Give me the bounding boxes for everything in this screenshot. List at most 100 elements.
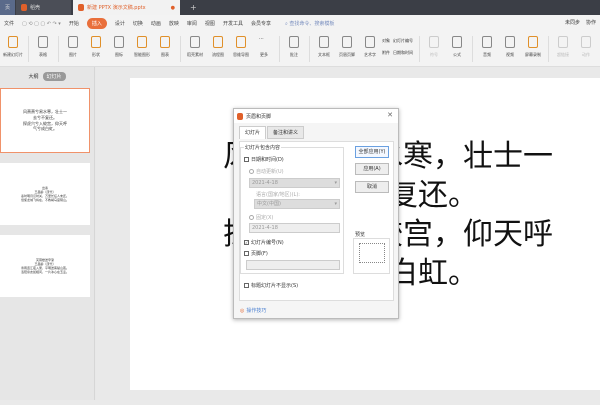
- quick-access-icons[interactable]: ▢ ⟲ ▢ ▢ ↶ ↷ ▾: [22, 21, 61, 27]
- ribbon-insert: 新建幻灯片 表格 图片 形状 图标 智能图形 图表 稻壳素材 流程图 思维导图 …: [0, 32, 600, 67]
- label: 语言(国家/地区)(L):: [256, 192, 300, 198]
- menu-insert[interactable]: 插入: [86, 18, 107, 29]
- menu-review[interactable]: 审阅: [187, 20, 197, 27]
- ribbon-slide-number[interactable]: 幻灯片编号: [393, 38, 413, 44]
- more-icon: ···: [259, 36, 264, 42]
- tab-document[interactable]: 新建 PPTX 演示文稿.pptx ●: [73, 0, 180, 15]
- value: 2021-4-18: [252, 225, 278, 231]
- close-icon[interactable]: ✕: [387, 111, 393, 119]
- thumb-text: 但使龙城飞将在，不教胡马度阴山。: [20, 198, 69, 203]
- label: 日期和时间(D): [251, 157, 284, 163]
- footer-checkbox[interactable]: 页脚(F): [244, 250, 268, 257]
- action-icon: [581, 36, 591, 48]
- tips-label: 操作技巧: [246, 308, 267, 314]
- outline-tab[interactable]: 大纲: [28, 73, 38, 80]
- slide-number-checkbox[interactable]: ✓ 幻灯片编号(N): [244, 239, 284, 246]
- apply-button[interactable]: 应用(A): [355, 163, 389, 175]
- label: 思维导图: [233, 52, 249, 57]
- label: 新建幻灯片: [3, 52, 23, 57]
- sync-button[interactable]: 未同步: [565, 19, 580, 26]
- ribbon-video[interactable]: 视频: [499, 36, 521, 58]
- ribbon-picture[interactable]: 图片: [62, 36, 84, 58]
- datetime-checkbox[interactable]: 日期和时间(D): [244, 156, 284, 163]
- close-tab-icon[interactable]: ●: [171, 5, 175, 11]
- label: 动作: [582, 52, 590, 57]
- label: 稻壳素材: [187, 52, 203, 57]
- ribbon-datetime[interactable]: 日期和时间: [393, 50, 413, 56]
- tab-label: 页: [5, 5, 11, 11]
- menu-transition[interactable]: 切换: [133, 20, 143, 27]
- footer-input[interactable]: [246, 260, 340, 270]
- menu-slideshow[interactable]: 放映: [169, 20, 179, 27]
- checkbox: [244, 283, 249, 288]
- app-icon: [237, 112, 243, 120]
- language-select[interactable]: 中文(中国) ▾: [254, 199, 340, 209]
- ribbon-table[interactable]: 表格: [32, 36, 54, 58]
- label: 页眉页脚: [339, 52, 355, 57]
- ribbon-screen-record[interactable]: 屏幕录制: [522, 36, 544, 58]
- ribbon-flowchart[interactable]: 流程图: [207, 36, 229, 58]
- video-icon: [505, 36, 515, 48]
- docer-logo-icon: [21, 4, 27, 11]
- ppt-icon: [78, 4, 84, 11]
- slide-thumbnail-1[interactable]: 风萧萧兮易水寒，壮士一 去兮不复还。 探虎穴兮入蛟宫，仰天呼 气兮成白虹。: [0, 88, 90, 153]
- fixed-radio[interactable]: 固定(X): [249, 214, 273, 221]
- tab-docer[interactable]: 稻壳: [16, 0, 71, 15]
- auto-date-select[interactable]: 2021-4-18 ▾: [249, 178, 340, 188]
- label: 表格: [39, 52, 47, 57]
- collab-button[interactable]: 协作: [586, 19, 596, 26]
- ribbon-new-slide[interactable]: 新建幻灯片: [2, 36, 24, 58]
- checkbox: [244, 157, 249, 162]
- tips-icon: ◎: [240, 307, 245, 314]
- ribbon-chart[interactable]: 图表: [154, 36, 176, 58]
- new-tab-icon[interactable]: +: [185, 0, 202, 15]
- fixed-date-input[interactable]: 2021-4-18: [249, 223, 340, 233]
- tab-slide[interactable]: 幻灯片: [239, 126, 267, 139]
- menu-member[interactable]: 会员专享: [251, 20, 271, 27]
- tab-notes-handouts[interactable]: 备注和讲义: [267, 126, 305, 139]
- ribbon-more[interactable]: ··· 更多: [253, 36, 275, 58]
- label: 图标: [115, 52, 123, 57]
- ribbon-audio[interactable]: 音频: [476, 36, 498, 58]
- ribbon-formula[interactable]: 公式: [446, 36, 468, 58]
- menu-developer[interactable]: 开发工具: [223, 20, 243, 27]
- menu-animation[interactable]: 动画: [151, 20, 161, 27]
- menu-design[interactable]: 设计: [115, 20, 125, 27]
- group-label: 幻灯片包含内容: [244, 144, 282, 151]
- menu-view[interactable]: 视图: [205, 20, 215, 27]
- slide-thumbnail-2[interactable]: 出塞 王昌龄〔唐代〕 秦时明月汉时关，万里长征人未还。 但使龙城飞将在，不教胡马度阴山…: [0, 163, 90, 225]
- auto-update-radio[interactable]: 自动更新(U): [249, 168, 284, 175]
- label: 视频: [506, 52, 514, 57]
- ribbon-docer-material[interactable]: 稻壳素材: [184, 36, 206, 58]
- menu-start[interactable]: 开始: [69, 20, 79, 27]
- ribbon-attachment[interactable]: 附件: [382, 50, 390, 56]
- ribbon-header-footer[interactable]: 页眉页脚: [336, 36, 358, 58]
- tips-link[interactable]: ◎ 操作技巧: [240, 307, 267, 315]
- chevron-down-icon: ▾: [334, 201, 337, 207]
- ribbon-icons[interactable]: 图标: [108, 36, 130, 58]
- ribbon-symbol[interactable]: 符号: [423, 36, 445, 58]
- label: 屏幕录制: [525, 52, 541, 57]
- cancel-button[interactable]: 取消: [355, 181, 389, 193]
- picture-icon: [68, 36, 78, 48]
- hide-on-title-checkbox[interactable]: 标题幻灯片不显示(S): [244, 282, 298, 289]
- slide-thumbnail-3[interactable]: 芙蓉楼送辛渐 王昌龄〔唐代〕 寒雨连江夜入吴，平明送客楚山孤。 洛阳亲友如相问，一片冰…: [0, 235, 90, 297]
- ribbon-action[interactable]: 动作: [575, 36, 597, 58]
- ribbon-comment[interactable]: 批注: [283, 36, 305, 58]
- menu-file[interactable]: 文件: [4, 20, 14, 27]
- ribbon-object[interactable]: 对象: [382, 38, 390, 44]
- search-input[interactable]: ⌕ 查找命令、搜索模板: [285, 20, 334, 27]
- slides-tab[interactable]: 幻灯片: [42, 72, 66, 81]
- ribbon-textbox[interactable]: 文本框: [313, 36, 335, 58]
- apply-all-button[interactable]: 全部应用(Y): [355, 146, 389, 158]
- ribbon-shape[interactable]: 形状: [85, 36, 107, 58]
- search-icon: ⌕: [284, 21, 288, 27]
- checkbox-checked: ✓: [244, 240, 249, 245]
- label: 幻灯片编号(N): [251, 240, 284, 246]
- label: 批注: [290, 52, 298, 57]
- ribbon-mindmap[interactable]: 思维导图: [230, 36, 252, 58]
- tab-home[interactable]: 页: [0, 0, 15, 15]
- ribbon-smartart[interactable]: 智能图形: [131, 36, 153, 58]
- ribbon-hyperlink[interactable]: 超链接: [552, 36, 574, 58]
- ribbon-wordart[interactable]: 艺术字: [359, 36, 381, 58]
